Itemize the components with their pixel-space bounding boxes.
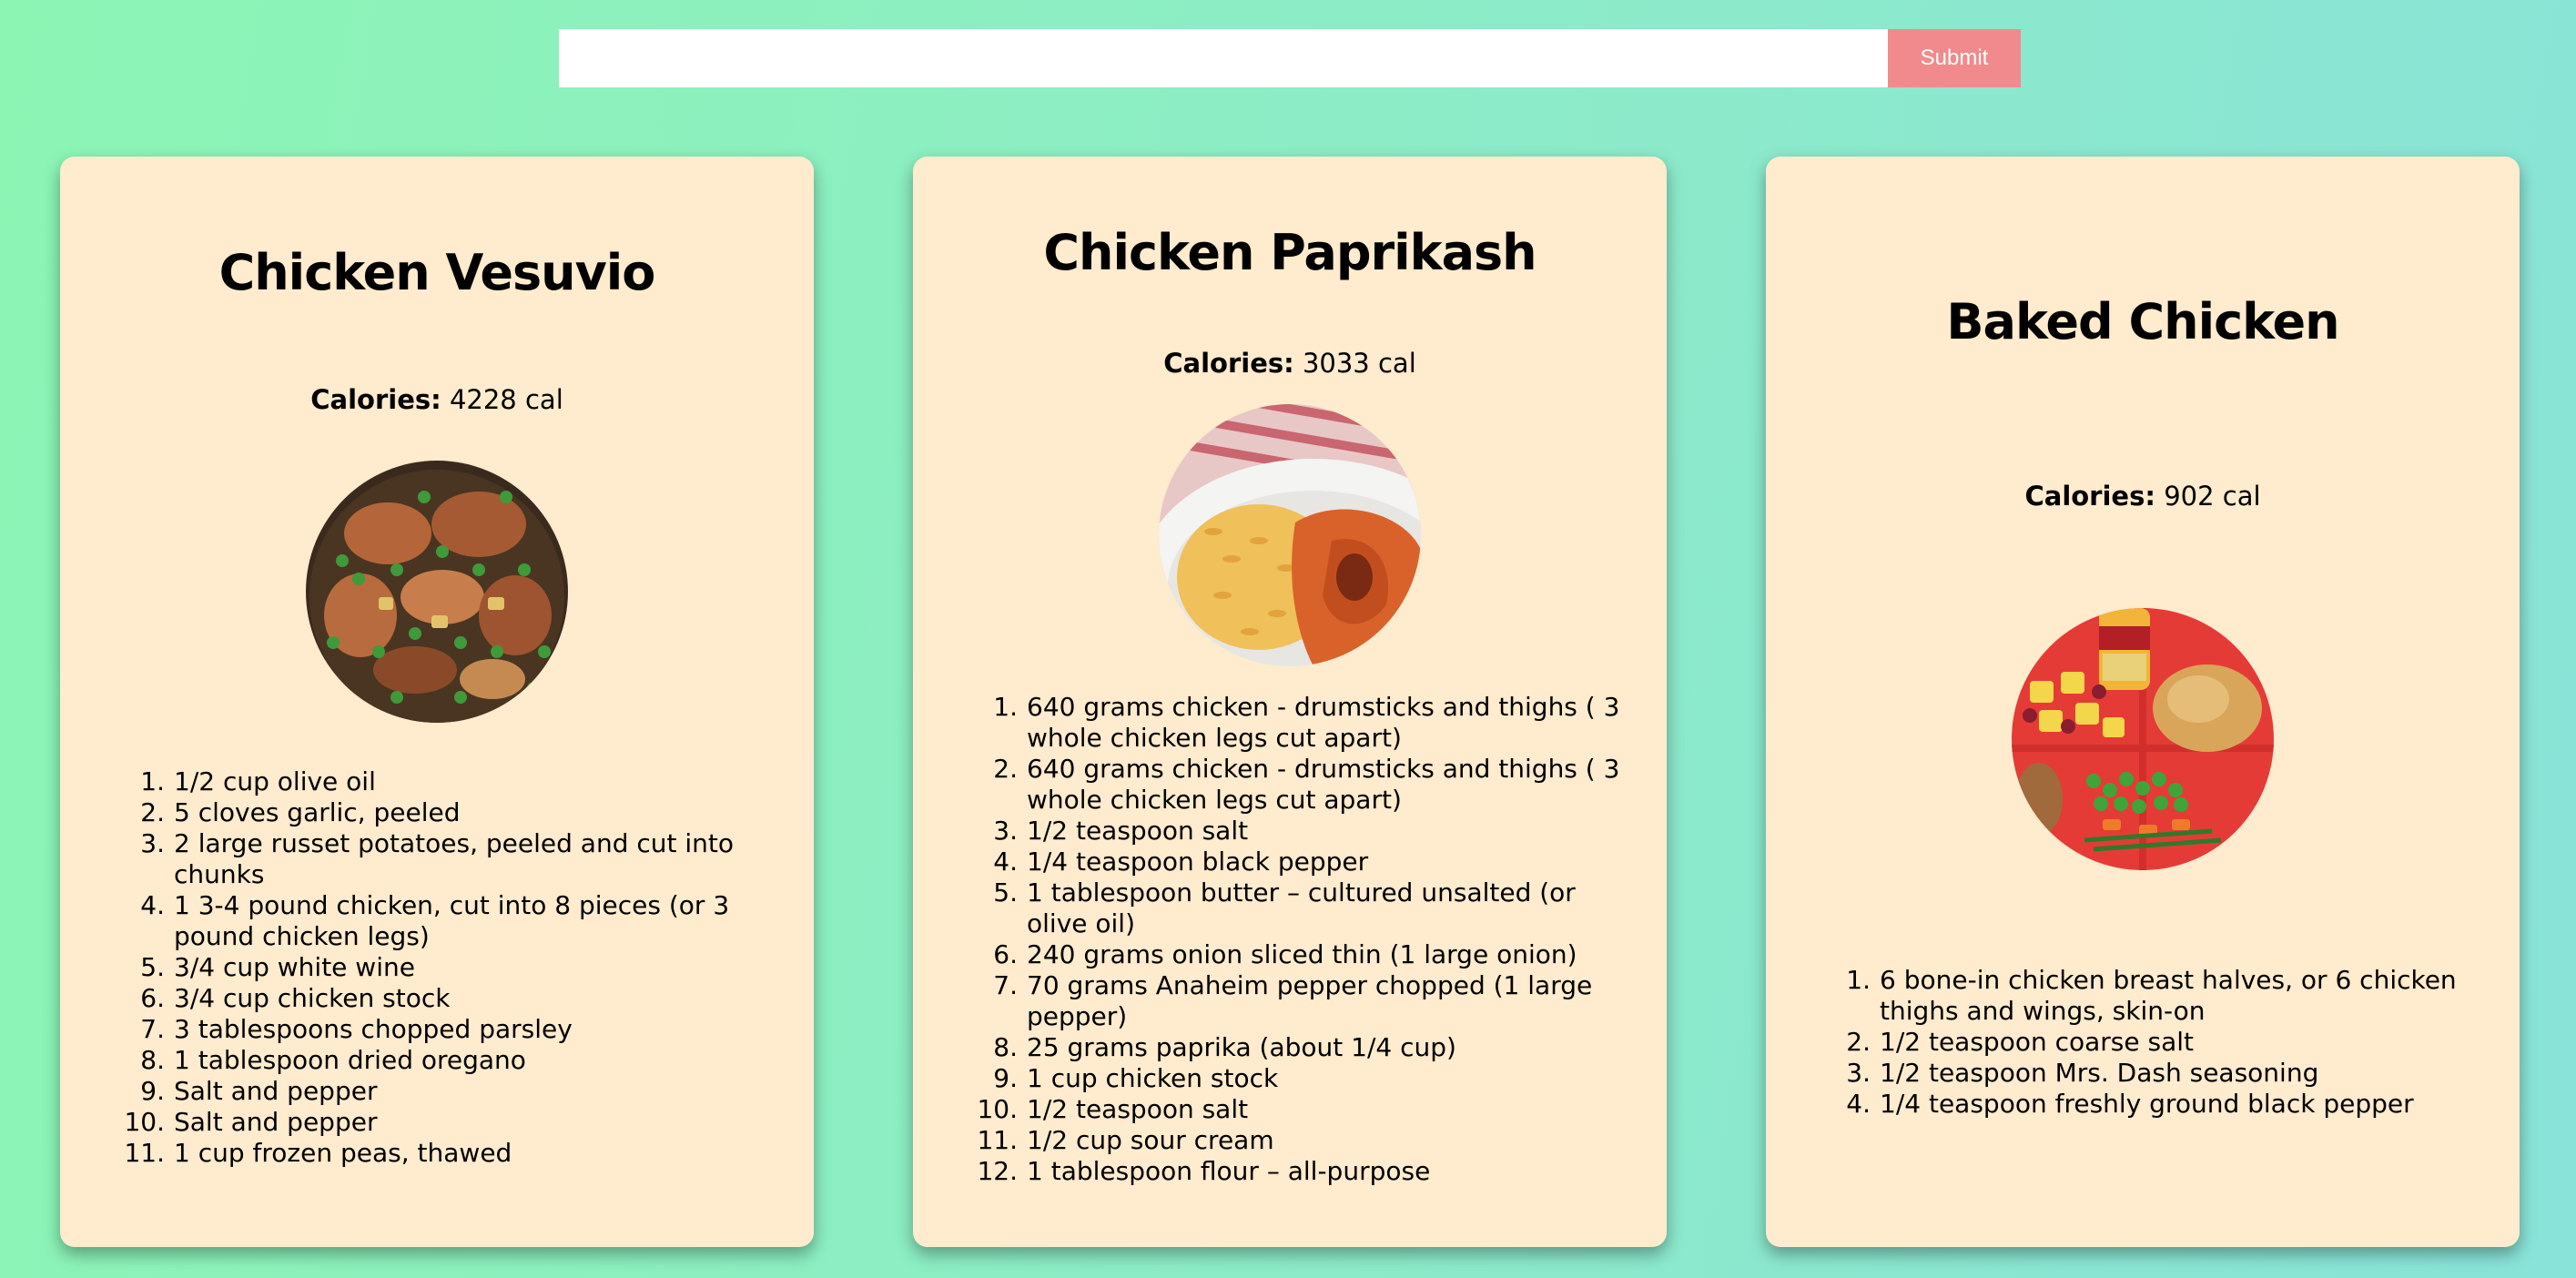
- ingredient-list: 640 grams chicken - drumsticks and thigh…: [977, 692, 1628, 1187]
- recipe-card: Chicken Paprikash Calories: 3033 cal 640…: [913, 157, 1667, 1247]
- ingredient-item: 1 cup frozen peas, thawed: [124, 1138, 512, 1169]
- ingredient-item: 640 grams chicken - drumsticks and thigh…: [993, 754, 1620, 815]
- ingredient-item: 3 tablespoons chopped parsley: [140, 1014, 573, 1045]
- calories-label: Calories:: [310, 384, 441, 415]
- ingredient-item: 240 grams onion sliced thin (1 large oni…: [993, 939, 1577, 970]
- recipe-title: Chicken Vesuvio: [218, 244, 656, 301]
- ingredient-item: 1 3-4 pound chicken, cut into 8 pieces (…: [140, 890, 730, 951]
- ingredient-item: 70 grams Anaheim pepper chopped (1 large…: [993, 970, 1593, 1031]
- calories-value: 4228 cal: [449, 384, 563, 415]
- ingredient-item: 640 grams chicken - drumsticks and thigh…: [993, 692, 1620, 753]
- calories-value: 3033 cal: [1302, 348, 1416, 379]
- ingredient-item: 3/4 cup white wine: [140, 952, 415, 983]
- ingredient-item: 1 tablespoon dried oregano: [140, 1045, 526, 1076]
- ingredient-item: 1/2 teaspoon salt: [977, 1094, 1249, 1125]
- ingredient-item: 3/4 cup chicken stock: [140, 983, 451, 1014]
- recipe-title: Baked Chicken: [1946, 293, 2339, 350]
- calories-label: Calories:: [2024, 481, 2155, 512]
- ingredient-item: 1 tablespoon butter – cultured unsalted …: [993, 877, 1576, 938]
- ingredient-item: 1/4 teaspoon freshly ground black pepper: [1846, 1089, 2414, 1120]
- ingredient-item: 5 cloves garlic, peeled: [140, 797, 461, 828]
- submit-button[interactable]: Submit: [1888, 29, 2021, 87]
- ingredient-list: 6 bone-in chicken breast halves, or 6 ch…: [1846, 965, 2480, 1120]
- search-input[interactable]: [559, 29, 1888, 87]
- ingredient-list: 1/2 cup olive oil 5 cloves garlic, peele…: [124, 766, 775, 1169]
- ingredient-item: 25 grams paprika (about 1/4 cup): [993, 1032, 1456, 1063]
- calories-value: 902 cal: [2164, 481, 2261, 512]
- ingredient-item: 1/2 teaspoon Mrs. Dash seasoning: [1846, 1058, 2319, 1089]
- ingredient-item: 1 tablespoon flour – all-purpose: [977, 1156, 1431, 1187]
- ingredient-item: 1/2 teaspoon coarse salt: [1846, 1027, 2195, 1058]
- ingredient-item: Salt and pepper: [140, 1076, 378, 1107]
- ingredient-item: 1/4 teaspoon black pepper: [993, 847, 1369, 877]
- ingredient-item: Salt and pepper: [124, 1107, 378, 1138]
- ingredient-item: 2 large russet potatoes, peeled and cut …: [140, 828, 735, 889]
- calories: Calories: 3033 cal: [913, 348, 1667, 379]
- ingredient-item: 1/2 teaspoon salt: [993, 816, 1249, 847]
- ingredient-item: 1/2 cup olive oil: [140, 766, 376, 797]
- recipe-photo: [306, 461, 568, 723]
- search-form: Submit: [559, 29, 2021, 87]
- calories-label: Calories:: [1163, 348, 1294, 379]
- recipe-photo: [1159, 404, 1421, 666]
- ingredient-item: 1 cup chicken stock: [993, 1063, 1279, 1094]
- recipe-title: Chicken Paprikash: [1043, 224, 1536, 281]
- recipe-card: Baked Chicken Calories: 902 cal 6 bone-i…: [1766, 157, 2520, 1247]
- calories: Calories: 4228 cal: [60, 384, 814, 415]
- recipe-card: Chicken Vesuvio Calories: 4228 cal 1/2 c…: [60, 157, 814, 1247]
- calories: Calories: 902 cal: [1766, 481, 2520, 512]
- ingredient-item: 6 bone-in chicken breast halves, or 6 ch…: [1846, 965, 2457, 1026]
- recipe-photo: [2012, 608, 2274, 870]
- ingredient-item: 1/2 cup sour cream: [977, 1125, 1274, 1156]
